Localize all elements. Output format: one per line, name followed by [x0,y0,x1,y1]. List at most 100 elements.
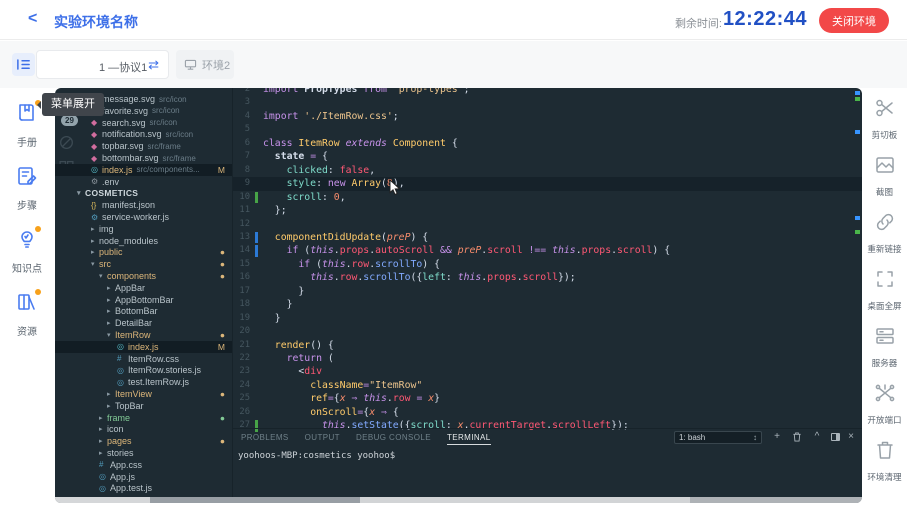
close-environment-button[interactable]: 关闭环境 [819,8,889,33]
terminal-tab-terminal[interactable]: TERMINAL [447,433,491,445]
git-dot-badge: ● [220,247,225,257]
file-name: pages [107,436,132,446]
line-number: 17 [233,285,250,298]
tab-environment-2[interactable]: 环境2 [176,50,234,79]
file-type-icon: ◎ [99,484,110,493]
explorer-file-row[interactable]: ◆search.svgsrc/icon [55,117,232,129]
sidebar-item-open-ports[interactable]: 开放端口 [862,381,907,426]
file-name: DetailBar [115,318,152,328]
explorer-file-row[interactable]: ▸ItemView● [55,388,232,400]
file-name: TopBar [115,401,144,411]
split-terminal-icon[interactable] [831,433,840,441]
sidebar-item-env-cleanup[interactable]: 环境清理 [862,438,907,483]
code-line: 11 }; [233,204,862,217]
code-line: 4import './ItemRow.css'; [233,110,862,123]
server-icon [872,324,898,350]
sidebar-item-relink[interactable]: 重新链接 [862,210,907,255]
tree-arrow-icon: ▸ [107,402,115,410]
code-line: 16 this.row.scrollTo({left: this.props.s… [233,271,862,284]
tree-arrow-icon: ▾ [107,331,115,339]
tree-arrow-icon: ▾ [99,272,107,280]
explorer-file-row[interactable]: ▸pages● [55,435,232,447]
close-panel-icon[interactable]: × [844,430,858,444]
terminal-tab-problems[interactable]: PROBLEMS [241,433,289,445]
tree-arrow-icon: ▸ [99,449,107,457]
tree-arrow-icon: ▾ [91,260,99,268]
explorer-file-row[interactable]: {}manifest.json [55,199,232,211]
file-name: stories [107,448,134,458]
overview-ruler-mark [855,130,860,134]
explorer-file-row[interactable]: ◆topbar.svgsrc/frame [55,140,232,152]
explorer-file-row[interactable]: ▸AppBar [55,282,232,294]
explorer-file-row[interactable]: ◎test.ItemRow.js [55,376,232,388]
explorer-file-row[interactable]: ◎index.jsM [55,341,232,353]
explorer-file-row[interactable]: ▸AppBottomBar [55,294,232,306]
file-name: search.svg [102,118,146,128]
menu-expand-button[interactable] [12,53,35,76]
file-name: node_modules [99,236,158,246]
explorer-file-row[interactable]: ◎ItemRow.stories.js [55,364,232,376]
sidebar-item-resources[interactable]: 资源 [0,290,54,338]
explorer-file-row[interactable]: ▸public● [55,246,232,258]
code-line: 6class ItemRow extends Component { [233,137,862,150]
kill-terminal-icon[interactable] [790,432,804,442]
code-area[interactable]: 2import PropTypes from 'prop-types';34im… [232,88,862,428]
explorer-file-row[interactable]: #ItemRow.css [55,353,232,365]
horizontal-scrollbar[interactable] [55,497,862,503]
explorer-file-row[interactable]: ◎App.test.js [55,482,232,494]
file-name: ItemView [115,389,152,399]
line-number: 14 [233,244,250,257]
shell-select[interactable]: 1: bash↕ [674,431,762,444]
line-number: 19 [233,312,250,325]
file-name: AppBottomBar [115,295,174,305]
sidebar-item-server[interactable]: 服务器 [862,324,907,369]
environment-tab-strip: 1 —协议1 ⇄ 环境2 菜单展开 [0,41,907,88]
explorer-file-row[interactable]: ◆notification.svgsrc/icon [55,128,232,140]
box-icon [14,290,40,316]
tree-arrow-icon: ▸ [107,319,115,327]
explorer-file-row[interactable]: ▸frame● [55,412,232,424]
explorer-file-row[interactable]: ▸node_modules [55,235,232,247]
tree-arrow-icon: ▸ [107,284,115,292]
explorer-file-row[interactable]: ▸BottomBar [55,305,232,317]
explorer-file-row[interactable]: ⚙.env [55,176,232,188]
line-number: 10 [233,191,250,204]
explorer-file-row[interactable]: ◎index.jssrc/components...M [55,164,232,176]
swap-icon[interactable]: ⇄ [148,57,159,73]
file-explorer: ◆message.svgsrc/icon◆favorite.svgsrc/ico… [55,88,232,503]
explorer-file-row[interactable]: ▸DetailBar [55,317,232,329]
explorer-file-row[interactable]: ▸TopBar [55,400,232,412]
explorer-file-row[interactable]: #App.css [55,459,232,471]
sidebar-item-knowledge[interactable]: 知识点 [0,227,54,275]
file-name: index.js [102,165,133,175]
back-chevron-icon[interactable]: < [28,10,37,28]
terminal-tab-debug-console[interactable]: DEBUG CONSOLE [356,433,431,445]
sidebar-item-clipboard[interactable]: 剪切板 [862,96,907,141]
explorer-file-row[interactable]: ▾ItemRow● [55,329,232,341]
sidebar-item-steps[interactable]: 步骤 [0,164,54,212]
explorer-file-row[interactable]: ▸stories [55,447,232,459]
explorer-file-row[interactable]: ◆bottombar.svgsrc/frame [55,152,232,164]
explorer-file-row[interactable]: ◎App.js [55,471,232,483]
explorer-file-row[interactable]: ▾components● [55,270,232,282]
tree-arrow-icon: ▸ [99,414,107,422]
file-type-icon: ⚙ [91,213,102,222]
line-number: 20 [233,325,250,338]
file-name: AppBar [115,283,145,293]
explorer-file-row[interactable]: ▸img [55,223,232,235]
new-terminal-icon[interactable]: + [770,430,784,444]
explorer-section[interactable]: ▾COSMETICS [55,187,232,199]
file-name: service-worker.js [102,212,169,222]
sidebar-item-desktop-fullscreen[interactable]: 桌面全屏 [862,267,907,312]
explorer-file-row[interactable]: ⚙service-worker.js [55,211,232,223]
explorer-file-row[interactable]: ▸icon [55,423,232,435]
line-number: 11 [233,204,250,217]
sidebar-item-label: 环境清理 [863,470,906,482]
terminal-tab-output[interactable]: OUTPUT [305,433,340,445]
tab-environment-1[interactable]: 1 —协议1 ⇄ [36,50,169,79]
explorer-file-row[interactable]: ▾src● [55,258,232,270]
code-line: 15 if (this.row.scrollTo) { [233,258,862,271]
file-type-icon: {} [91,201,102,210]
sidebar-item-screenshot[interactable]: 截图 [862,153,907,198]
maximize-panel-icon[interactable]: ^ [810,430,824,444]
